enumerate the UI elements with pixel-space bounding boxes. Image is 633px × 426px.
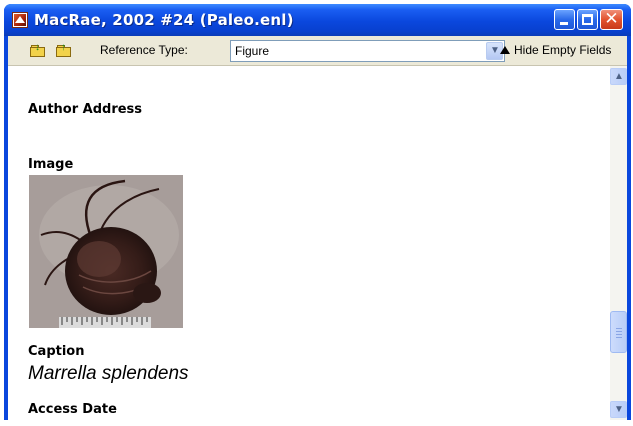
chevron-up-icon: ▲ [614, 71, 624, 82]
reference-type-label: Reference Type: [100, 43, 188, 57]
access-date-label: Access Date [28, 402, 117, 417]
toolbar: ↓ ↑ Reference Type: Figure ▼ Hide Empty … [8, 36, 627, 66]
fossil-photo-graphic [29, 175, 183, 328]
hide-empty-fields-button[interactable]: Hide Empty Fields [500, 43, 611, 57]
reference-type-select[interactable]: Figure ▼ [230, 40, 505, 62]
chevron-down-icon: ▼ [490, 45, 500, 56]
next-reference-icon[interactable]: ↑ [56, 43, 72, 58]
image-label: Image [28, 157, 74, 172]
hide-empty-fields-label: Hide Empty Fields [514, 43, 612, 57]
chevron-down-icon: ▼ [614, 404, 624, 415]
title-bar[interactable]: MacRae, 2002 #24 (Paleo.enl) ✕ [4, 4, 631, 36]
vertical-scrollbar[interactable]: ▲ ▼ [610, 66, 627, 420]
maximize-button[interactable] [577, 9, 598, 30]
fossil-image[interactable] [29, 175, 183, 328]
minimize-icon [560, 22, 568, 25]
reference-type-value: Figure [235, 44, 270, 58]
window-border-right [627, 36, 631, 420]
previous-reference-icon[interactable]: ↓ [30, 43, 46, 58]
scroll-thumb[interactable] [610, 311, 627, 353]
arrow-up-icon [500, 46, 510, 54]
endnote-app-icon[interactable] [12, 12, 28, 28]
scroll-down-button[interactable]: ▼ [610, 401, 627, 418]
close-icon: ✕ [604, 9, 619, 29]
window-title: MacRae, 2002 #24 (Paleo.enl) [34, 11, 294, 29]
minimize-button[interactable] [554, 9, 575, 30]
author-address-label: Author Address [28, 102, 143, 117]
reference-window: MacRae, 2002 #24 (Paleo.enl) ✕ ↓ ↑ Refer… [4, 4, 631, 420]
scroll-up-button[interactable]: ▲ [610, 68, 627, 85]
caption-label: Caption [28, 344, 85, 359]
maximize-icon [582, 14, 593, 25]
caption-value[interactable]: Marrella splendens [28, 363, 189, 385]
reference-fields-panel[interactable]: Author Address Image Caption Marrella sp… [8, 66, 610, 420]
close-button[interactable]: ✕ [600, 9, 623, 30]
